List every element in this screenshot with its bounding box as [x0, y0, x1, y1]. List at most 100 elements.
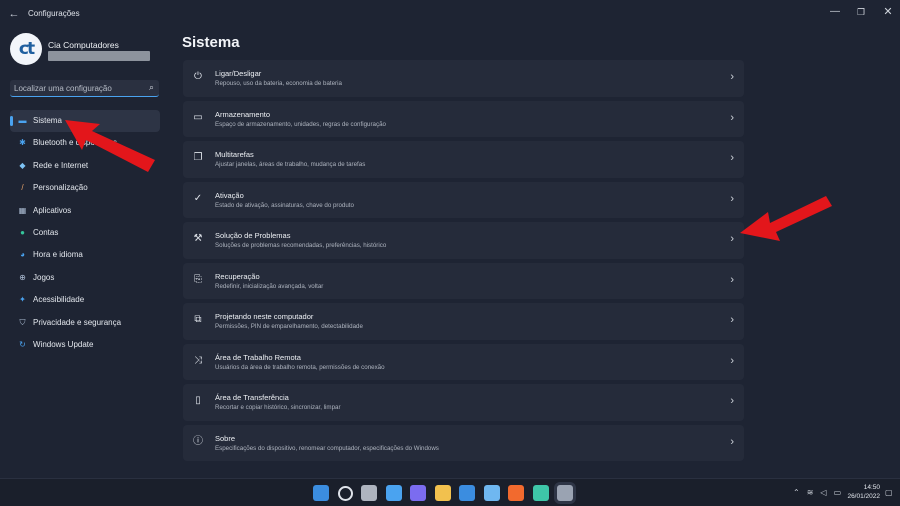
card-title: Multitarefas — [215, 150, 254, 159]
sidebar-item-sistema[interactable]: ▬ Sistema — [10, 110, 160, 133]
clock[interactable]: 14:50 26/01/2022 — [840, 483, 880, 501]
remote-desktop-icon: ⤨ — [194, 354, 202, 366]
card-title: Armazenamento — [215, 109, 271, 119]
taskbar-apps — [313, 483, 573, 503]
card-description: Repouso, uso da bateria, economia de bat… — [215, 80, 342, 87]
card-title: Área de Transferência — [215, 393, 289, 402]
sidebar-item-bluetooth-e-dispositivos[interactable]: ✱ Bluetooth e dispositivos — [10, 132, 160, 154]
sidebar-item-aplicativos[interactable]: ▦ Aplicativos — [10, 200, 160, 222]
monitor-icon: ▬ — [18, 116, 27, 125]
settings-window: ← Configurações — ❐ ✕ ct Cia Computadore… — [0, 0, 900, 478]
settings-card[interactable]: ⎘ Recuperação Redefinir, inicialização ava… — [183, 262, 744, 299]
maximize-button[interactable]: ❐ — [852, 4, 870, 20]
settings-card[interactable]: ❐ Multitarefas Ajustar janelas, áreas de t… — [183, 141, 744, 178]
settings-card[interactable]: ⚒ Solução de Problemas Soluções de problem… — [183, 222, 744, 259]
settings-card[interactable]: ▯ Área de Transferência Recortar e copiar … — [183, 384, 744, 421]
chevron-right-icon: › — [730, 152, 734, 164]
settings-card[interactable]: ⧉ Projetando neste computador Permissões, … — [183, 303, 744, 340]
card-description: Especificações do dispositivo, renomear … — [215, 444, 439, 452]
avatar[interactable]: ct — [10, 33, 42, 65]
sidebar-item-label: Hora e idioma — [33, 250, 83, 260]
file-explorer-icon[interactable] — [434, 485, 451, 501]
info-icon: ⓘ — [193, 435, 203, 447]
sidebar-item-label: Privacidade e segurança — [33, 317, 122, 327]
sidebar-item-contas[interactable]: ● Contas — [10, 222, 160, 244]
card-title: Recuperação — [215, 271, 260, 281]
card-title: Ativação — [215, 190, 244, 200]
chevron-right-icon: › — [730, 354, 734, 367]
close-button[interactable]: ✕ — [879, 4, 897, 20]
globe-clock-icon: ◕ — [20, 250, 25, 260]
notepad-icon[interactable] — [483, 485, 500, 501]
storage-icon: ▭ — [193, 111, 203, 123]
wifi-icon: ◆ — [19, 160, 26, 170]
sidebar-item-rede-e-internet[interactable]: ◆ Rede e Internet — [10, 155, 160, 177]
avatar-initials: ct — [18, 39, 35, 59]
card-title: Solução de Problemas — [215, 231, 291, 240]
volume-icon[interactable]: ◁ — [820, 488, 826, 497]
settings-card[interactable]: ⤨ Área de Trabalho Remota Usuários da área… — [183, 343, 744, 380]
taskbar: ⌃ ≋ ◁ ▭ 14:50 26/01/2022 ▢ — [0, 478, 900, 506]
notification-icon[interactable]: ▢ — [885, 488, 893, 497]
chevron-right-icon: › — [730, 111, 734, 124]
update-icon: ↻ — [19, 339, 26, 349]
wifi-icon[interactable]: ≋ — [807, 488, 814, 497]
settings-card[interactable]: ⏻ Ligar/Desligar Repouso, uso da bateria, … — [183, 60, 744, 97]
card-description: Espaço de armazenamento, unidades, regra… — [215, 120, 386, 128]
chevron-up-icon[interactable]: ⌃ — [793, 488, 800, 497]
settings-card[interactable]: ✓ Ativação Estado de ativação, assinaturas… — [183, 181, 744, 218]
edge-icon[interactable] — [532, 485, 549, 501]
task-view-icon[interactable] — [361, 485, 377, 501]
sidebar-item-label: Sistema — [33, 116, 62, 125]
gamepad-icon: ⊕ — [19, 272, 26, 282]
page-title: Sistema — [182, 34, 240, 51]
sidebar-item-hora-e-idioma[interactable]: ◕ Hora e idioma — [10, 244, 160, 266]
sidebar-item-acessibilidade[interactable]: ✦ Acessibilidade — [10, 289, 160, 311]
clipboard-icon: ▯ — [195, 395, 201, 406]
back-arrow-icon[interactable]: ← — [7, 7, 21, 21]
clock-time: 14:50 — [863, 484, 880, 491]
sidebar-item-jogos[interactable]: ⊕ Jogos — [10, 267, 160, 289]
chat-icon[interactable] — [410, 485, 426, 501]
recovery-icon: ⎘ — [194, 273, 202, 285]
start-icon[interactable] — [313, 485, 329, 501]
chevron-right-icon: › — [730, 71, 734, 83]
sidebar-item-label: Personalização — [33, 183, 88, 193]
brave-icon[interactable] — [508, 485, 524, 501]
search-icon[interactable]: ⌕ — [149, 82, 154, 93]
power-icon: ⏻ — [194, 71, 202, 82]
settings-list: ⏻ Ligar/Desligar Repouso, uso da bateria, … — [183, 60, 744, 465]
card-description: Soluções de problemas recomendadas, pref… — [215, 242, 387, 249]
system-tray: ⌃ ≋ ◁ ▭ — [793, 488, 841, 497]
card-title: Projetando neste computador — [215, 312, 314, 321]
profile-name: Cia Computadores — [48, 40, 119, 50]
window-title: Configurações — [28, 9, 80, 18]
settings-icon[interactable] — [557, 485, 573, 501]
apps-icon: ▦ — [18, 205, 27, 215]
sidebar-item-personaliza-o[interactable]: / Personalização — [10, 177, 160, 199]
sidebar-item-label: Jogos — [33, 272, 55, 282]
sidebar-item-windows-update[interactable]: ↻ Windows Update — [10, 334, 160, 356]
settings-card[interactable]: ▭ Armazenamento Espaço de armazenamento, u… — [183, 100, 744, 137]
chevron-right-icon: › — [730, 192, 734, 205]
projection-icon: ⧉ — [194, 314, 202, 325]
clock-date: 26/01/2022 — [847, 493, 880, 500]
sidebar-item-label: Aplicativos — [33, 205, 72, 215]
store-icon[interactable] — [459, 485, 475, 501]
search-box[interactable]: ⌕ — [10, 80, 159, 97]
search-input[interactable] — [14, 82, 140, 94]
sidebar-item-label: Bluetooth e dispositivos — [33, 138, 118, 148]
card-description: Redefinir, inicialização avançada, volta… — [215, 282, 324, 290]
sidebar-item-privacidade-e-seguran-a[interactable]: ⛉ Privacidade e segurança — [10, 312, 160, 334]
person-icon: ● — [20, 227, 25, 237]
chevron-right-icon: › — [730, 233, 734, 245]
minimize-button[interactable]: — — [826, 4, 844, 20]
card-description: Estado de ativação, assinaturas, chave d… — [215, 201, 354, 209]
card-description: Usuários da área de trabalho remota, per… — [215, 363, 385, 371]
search-icon[interactable] — [337, 486, 353, 501]
multitask-icon: ❐ — [193, 152, 203, 163]
widgets-icon[interactable] — [385, 485, 402, 501]
settings-card[interactable]: ⓘ Sobre Especificações do dispositivo, ren… — [183, 424, 744, 461]
sidebar-item-label: Windows Update — [33, 339, 94, 349]
chevron-right-icon: › — [730, 395, 734, 407]
